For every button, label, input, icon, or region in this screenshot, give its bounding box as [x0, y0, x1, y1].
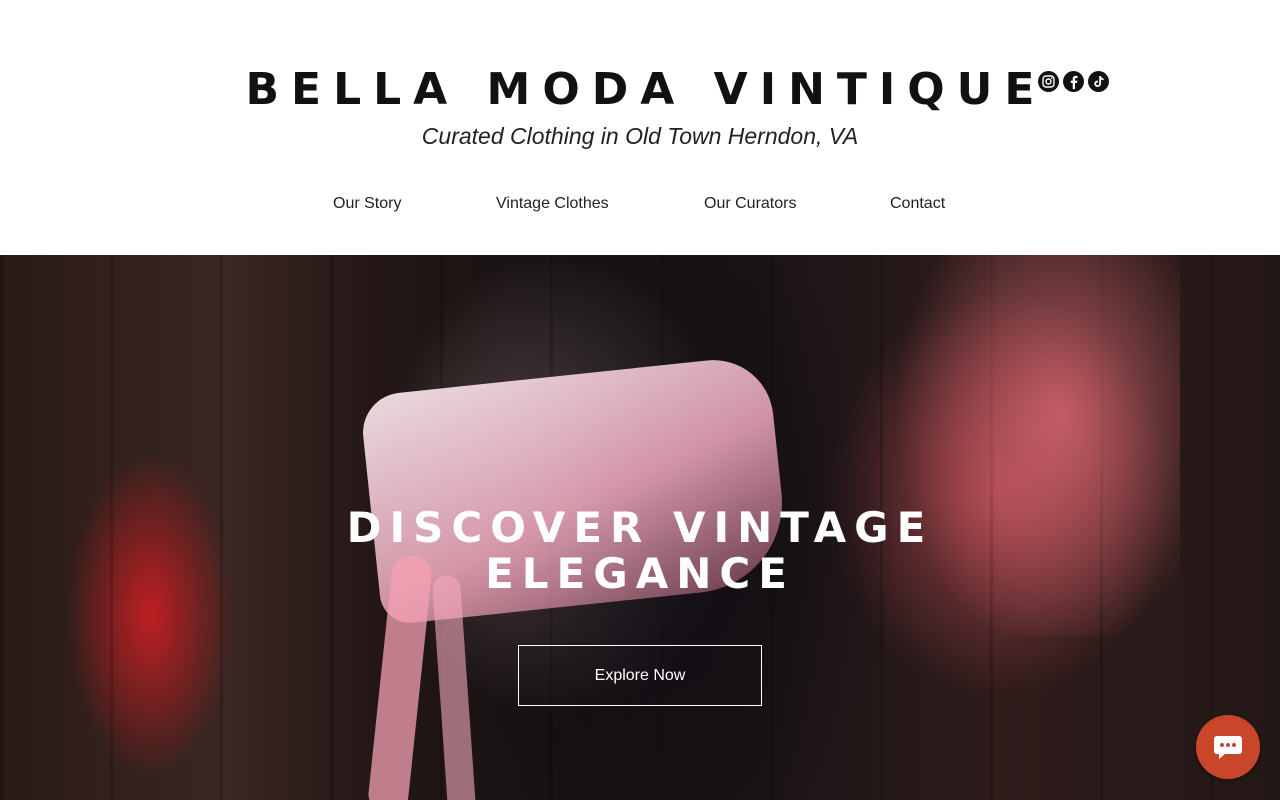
- site-tagline: Curated Clothing in Old Town Herndon, VA: [421, 123, 859, 149]
- explore-now-button[interactable]: Explore Now: [518, 645, 762, 706]
- chat-button[interactable]: [1196, 715, 1260, 779]
- hero-title-line-1: DISCOVER VINTAGE: [346, 503, 934, 552]
- hero-title: DISCOVER VINTAGE ELEGANCE: [0, 505, 1280, 597]
- nav-item-our-curators[interactable]: Our Curators: [704, 190, 796, 218]
- main-nav: Our Story Vintage Clothes Our Curators C…: [300, 190, 980, 218]
- tiktok-icon[interactable]: [1088, 71, 1109, 92]
- hero-title-line-2: ELEGANCE: [485, 549, 795, 598]
- nav-item-vintage-clothes[interactable]: Vintage Clothes: [496, 190, 609, 218]
- facebook-icon[interactable]: [1063, 71, 1084, 92]
- hero-section: DISCOVER VINTAGE ELEGANCE Explore Now: [0, 255, 1280, 800]
- nav-item-our-story[interactable]: Our Story: [333, 190, 401, 218]
- instagram-icon[interactable]: [1038, 71, 1059, 92]
- chat-icon: [1214, 736, 1242, 759]
- site-header: BELLA MODA VINTIQUE Curated Clothing in …: [0, 0, 1280, 255]
- nav-item-contact[interactable]: Contact: [890, 190, 945, 218]
- social-bar: [1038, 71, 1109, 93]
